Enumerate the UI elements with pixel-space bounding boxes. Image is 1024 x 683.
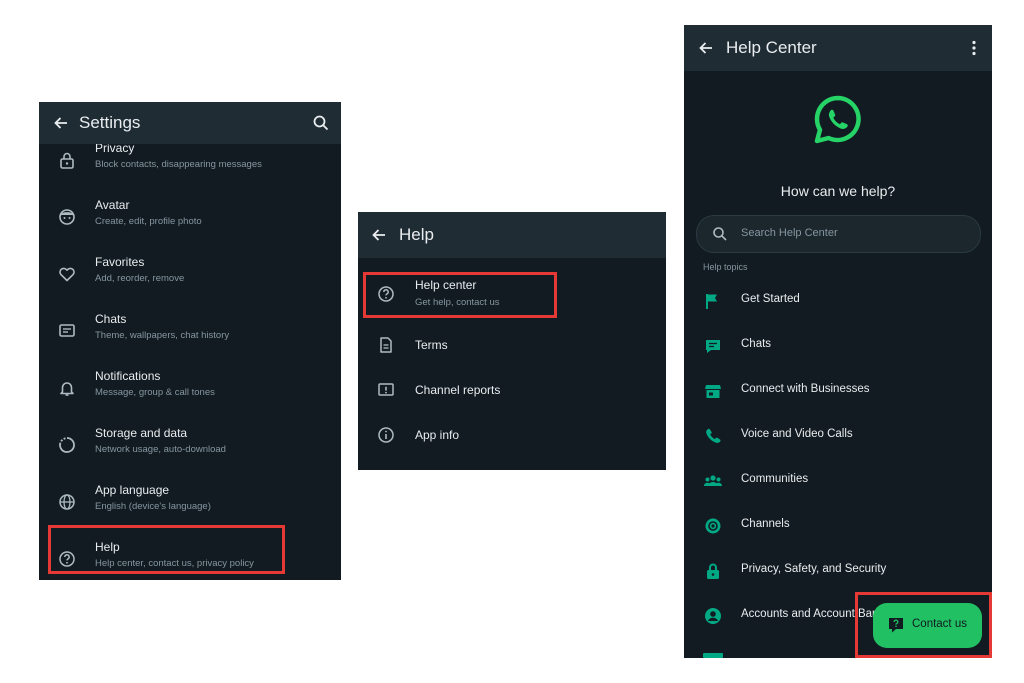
- help-item-app-info[interactable]: App info: [358, 420, 666, 450]
- topic-label: Privacy, Safety, and Security: [741, 563, 887, 575]
- search-icon[interactable]: [311, 113, 331, 133]
- settings-item-storage[interactable]: Storage and data Network usage, auto-dow…: [39, 417, 341, 473]
- help-center-app-bar: Help Center: [684, 25, 992, 71]
- topic-label: Channels: [741, 518, 790, 530]
- help-item-title: Channel reports: [415, 383, 501, 397]
- settings-screen: Privacy Block contacts, disappearing mes…: [39, 102, 341, 580]
- settings-item-subtitle: English (device's language): [95, 501, 211, 512]
- help-center-heading: How can we help?: [780, 183, 896, 199]
- storage-icon: [57, 435, 77, 455]
- settings-item-title: Favorites: [95, 255, 145, 269]
- help-screen: Help Help center Get help, contact us Te…: [358, 212, 666, 470]
- topic-label: Chats: [741, 338, 772, 350]
- topic-get-started[interactable]: Get Started: [684, 279, 992, 323]
- document-icon: [376, 335, 396, 355]
- help-center-screen: Help Center How can we help? Search Help…: [684, 25, 992, 658]
- back-arrow-icon[interactable]: [49, 111, 73, 135]
- settings-item-subtitle: Create, edit, profile photo: [95, 216, 202, 227]
- help-item-terms[interactable]: Terms: [358, 330, 666, 360]
- settings-item-subtitle: Block contacts, disappearing messages: [95, 159, 262, 170]
- settings-item-avatar[interactable]: Avatar Create, edit, profile photo: [39, 189, 341, 245]
- back-arrow-icon[interactable]: [694, 36, 718, 60]
- settings-item-title: Notifications: [95, 369, 161, 383]
- help-item-title: Terms: [415, 338, 448, 352]
- phone-icon: [703, 426, 723, 446]
- search-placeholder: Search Help Center: [741, 227, 838, 239]
- settings-item-title: Storage and data: [95, 426, 188, 440]
- settings-item-chats[interactable]: Chats Theme, wallpapers, chat history: [39, 303, 341, 359]
- topic-label: Connect with Businesses: [741, 383, 870, 395]
- topic-label: Get Started: [741, 293, 800, 305]
- whatsapp-logo-icon: [811, 93, 865, 147]
- store-icon: [703, 381, 723, 401]
- topic-voice-video-calls[interactable]: Voice and Video Calls: [684, 414, 992, 458]
- settings-item-subtitle: Network usage, auto-download: [95, 444, 226, 455]
- report-icon: [376, 380, 396, 400]
- page-title: Help Center: [726, 38, 817, 57]
- partial-topic-icon: [703, 653, 723, 658]
- highlight-box: [363, 272, 557, 318]
- account-icon: [703, 606, 723, 626]
- search-icon: [712, 226, 728, 242]
- help-item-title: App info: [415, 428, 460, 442]
- settings-item-subtitle: Theme, wallpapers, chat history: [95, 330, 230, 341]
- back-arrow-icon[interactable]: [367, 223, 391, 247]
- highlight-box: [855, 592, 992, 658]
- settings-item-title: App language: [95, 483, 170, 497]
- settings-item-subtitle: Add, reorder, remove: [95, 273, 185, 284]
- chat-icon: [57, 321, 77, 341]
- search-input[interactable]: Search Help Center: [696, 215, 981, 253]
- topic-communities[interactable]: Communities: [684, 459, 992, 503]
- topic-connect-with-businesses[interactable]: Connect with Businesses: [684, 369, 992, 413]
- globe-icon: [57, 492, 77, 512]
- help-app-bar: Help: [358, 212, 666, 258]
- lock-icon: [703, 561, 723, 581]
- topic-chats[interactable]: Chats: [684, 324, 992, 368]
- settings-item-app-language[interactable]: App language English (device's language): [39, 474, 341, 530]
- heart-icon: [57, 264, 77, 284]
- topic-privacy-safety-security[interactable]: Privacy, Safety, and Security: [684, 549, 992, 593]
- page-title: Settings: [79, 113, 141, 132]
- communities-icon: [703, 471, 723, 491]
- avatar-icon: [57, 207, 77, 227]
- help-center-header: How can we help? Search Help Center: [684, 71, 992, 274]
- topic-label: Voice and Video Calls: [741, 428, 853, 440]
- topic-label: Communities: [741, 473, 809, 485]
- highlight-box: [48, 525, 285, 574]
- info-icon: [376, 425, 396, 445]
- section-label: Help topics: [703, 262, 748, 272]
- chat-icon: [703, 336, 723, 356]
- bell-icon: [57, 378, 77, 398]
- flag-icon: [703, 291, 723, 311]
- more-options-icon[interactable]: [966, 38, 982, 58]
- help-item-channel-reports[interactable]: Channel reports: [358, 375, 666, 405]
- settings-item-subtitle: Message, group & call tones: [95, 387, 215, 398]
- lock-icon: [57, 150, 77, 170]
- settings-item-notifications[interactable]: Notifications Message, group & call tone…: [39, 360, 341, 416]
- settings-item-title: Chats: [95, 312, 127, 326]
- topic-channels[interactable]: Channels: [684, 504, 992, 548]
- settings-item-title: Avatar: [95, 198, 130, 212]
- settings-item-favorites[interactable]: Favorites Add, reorder, remove: [39, 246, 341, 302]
- channels-icon: [703, 516, 723, 536]
- page-title: Help: [399, 225, 434, 244]
- settings-app-bar: Settings: [39, 102, 341, 144]
